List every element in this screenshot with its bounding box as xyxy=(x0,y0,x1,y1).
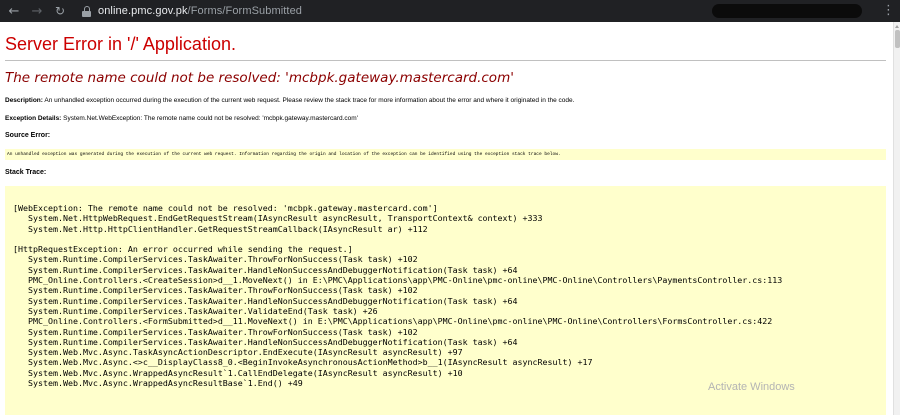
url-path: /Forms/FormSubmitted xyxy=(187,5,303,17)
stack-trace-line: System.Runtime.CompilerServices.TaskAwai… xyxy=(28,264,518,275)
stack-trace-line: System.Runtime.CompilerServices.TaskAwai… xyxy=(28,254,418,265)
stack-trace-line: System.Runtime.CompilerServices.TaskAwai… xyxy=(28,305,378,316)
stack-trace-line: System.Web.Mvc.Async.<>c__DisplayClass8_… xyxy=(28,357,593,368)
stack-trace-line: System.Web.Mvc.Async.TaskAsyncActionDesc… xyxy=(28,347,463,358)
vertical-scrollbar[interactable] xyxy=(893,22,900,415)
stack-trace-line: System.Runtime.CompilerServices.TaskAwai… xyxy=(28,326,418,337)
source-error-text: An unhandled exception was generated dur… xyxy=(7,151,561,157)
url-host: online.pmc.gov.pk xyxy=(98,5,188,17)
stack-trace-line: [HttpRequestException: An error occurred… xyxy=(13,244,353,255)
stack-trace-line: System.Net.HttpWebRequest.EndGetRequestS… xyxy=(28,213,543,224)
exception-details: Exception Details: System.Net.WebExcepti… xyxy=(5,115,358,122)
exception-text: System.Net.WebException: The remote name… xyxy=(63,115,358,122)
scrollbar-thumb[interactable] xyxy=(895,30,900,48)
stack-trace-line: System.Runtime.CompilerServices.TaskAwai… xyxy=(28,285,418,296)
redacted-region xyxy=(712,4,862,18)
title-divider xyxy=(5,60,886,61)
stack-trace-line: [WebException: The remote name could not… xyxy=(13,203,438,213)
description-label: Description: xyxy=(5,97,43,104)
error-page: Server Error in '/' Application. The rem… xyxy=(0,22,893,415)
stack-trace-line: System.Runtime.CompilerServices.TaskAwai… xyxy=(28,336,518,347)
error-message: The remote name could not be resolved: '… xyxy=(5,70,514,86)
source-error-box: An unhandled exception was generated dur… xyxy=(5,149,886,160)
reload-icon[interactable]: ↻ xyxy=(52,4,68,18)
lock-icon[interactable] xyxy=(82,5,91,17)
scroll-up-arrow-icon[interactable] xyxy=(895,25,899,28)
description-text: An unhandled exception occurred during t… xyxy=(44,97,575,104)
exception-label: Exception Details: xyxy=(5,115,62,122)
stack-trace-line: PMC_Online.Controllers.<FormSubmitted>d_… xyxy=(28,316,773,327)
stack-trace-line: System.Web.Mvc.Async.WrappedAsyncResult`… xyxy=(28,367,463,378)
browser-toolbar: ← → ↻ online.pmc.gov.pk/Forms/FormSubmit… xyxy=(0,0,900,22)
stack-trace-line: System.Runtime.CompilerServices.TaskAwai… xyxy=(28,295,518,306)
more-menu-icon[interactable]: ⋮ xyxy=(882,3,895,18)
stack-trace-label: Stack Trace: xyxy=(5,169,47,176)
page-title: Server Error in '/' Application. xyxy=(5,34,236,54)
stack-trace-spacer xyxy=(13,234,886,244)
back-arrow-icon[interactable]: ← xyxy=(6,4,22,19)
forward-arrow-icon[interactable]: → xyxy=(29,4,45,19)
stack-trace-line: PMC_Online.Controllers.<CreateSession>d_… xyxy=(28,275,783,286)
activate-windows-watermark: Activate Windows xyxy=(708,381,795,393)
source-error-label: Source Error: xyxy=(5,132,51,139)
address-bar[interactable]: online.pmc.gov.pk/Forms/FormSubmitted xyxy=(98,5,302,17)
stack-trace-line: System.Net.Http.HttpClientHandler.GetReq… xyxy=(28,223,428,234)
description: Description: An unhandled exception occu… xyxy=(5,97,574,104)
